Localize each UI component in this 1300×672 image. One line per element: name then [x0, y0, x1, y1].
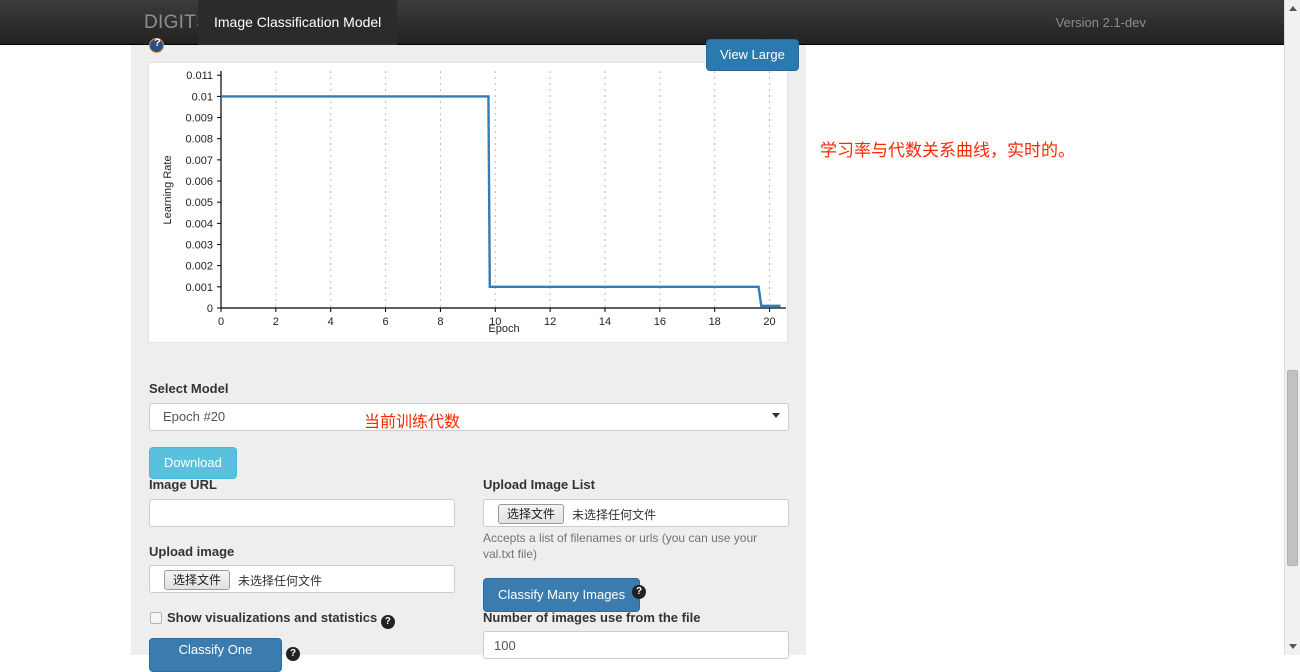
show-visualizations-label: Show visualizations and statistics ?	[167, 610, 395, 629]
help-icon-classify-one[interactable]: ?	[286, 647, 300, 661]
upload-image-list-help-text: Accepts a list of filenames or urls (you…	[483, 531, 758, 561]
svg-text:0.001: 0.001	[185, 282, 213, 294]
navbar: DIGITS Image Classification Model Versio…	[0, 0, 1284, 45]
svg-text:0.008: 0.008	[185, 134, 213, 146]
download-button[interactable]: Download	[149, 447, 237, 479]
svg-text:0.004: 0.004	[185, 218, 213, 230]
number-of-images-label: Number of images use from the file	[483, 610, 701, 625]
image-url-input[interactable]	[149, 499, 455, 527]
svg-text:20: 20	[763, 316, 775, 328]
chosen-file-name: 未选择任何文件	[238, 574, 323, 588]
svg-text:16: 16	[654, 316, 666, 328]
select-model-label: Select Model	[149, 381, 229, 396]
annotation-chart: 学习率与代数关系曲线，实时的。	[820, 141, 1075, 160]
upload-image-list-file-input[interactable]: 选择文件 未选择任何文件	[483, 499, 789, 527]
scroll-up-arrow-icon[interactable]	[1289, 6, 1297, 11]
version-label: Version 2.1-dev	[1055, 15, 1146, 30]
learning-rate-chart-card: 0 0.001 0.002 0.003 0.004 0.005 0.006 0.007 0.00…	[148, 62, 788, 343]
show-visualizations-checkbox[interactable]	[150, 612, 162, 624]
svg-text:0.007: 0.007	[185, 155, 213, 167]
svg-text:0.006: 0.006	[185, 176, 213, 188]
chosen-file-name-list: 未选择任何文件	[572, 508, 657, 522]
svg-text:8: 8	[437, 316, 443, 328]
svg-text:0: 0	[218, 316, 224, 328]
page-scrollbar[interactable]	[1284, 0, 1300, 655]
svg-text:0.009: 0.009	[185, 113, 213, 125]
left-whitespace	[0, 45, 131, 655]
svg-text:0.002: 0.002	[185, 261, 213, 273]
upload-image-list-label: Upload Image List	[483, 477, 595, 492]
learning-rate-chart: 0 0.001 0.002 0.003 0.004 0.005 0.006 0.007 0.00…	[149, 63, 787, 342]
chevron-down-icon	[772, 413, 780, 418]
select-model-dropdown[interactable]: Epoch #20	[149, 403, 789, 431]
svg-text:6: 6	[383, 316, 389, 328]
chart-xlabel: Epoch	[488, 323, 519, 335]
help-icon-show-visualizations[interactable]: ?	[380, 615, 395, 629]
chart-ylabel: Learning Rate	[162, 155, 174, 224]
svg-text:4: 4	[328, 316, 334, 328]
upload-image-label: Upload image	[149, 544, 235, 559]
help-icon-classify-many[interactable]: ?	[632, 585, 646, 599]
select-model-value: Epoch #20	[163, 409, 226, 424]
scrollbar-thumb[interactable]	[1287, 370, 1298, 566]
svg-text:0.003: 0.003	[185, 240, 213, 252]
show-visualizations-text: Show visualizations and statistics	[167, 610, 378, 625]
svg-text:0: 0	[207, 303, 213, 315]
svg-text:14: 14	[599, 316, 611, 328]
svg-text:18: 18	[709, 316, 721, 328]
svg-text:0.005: 0.005	[185, 197, 213, 209]
svg-text:0.01: 0.01	[192, 91, 213, 103]
svg-text:2: 2	[273, 316, 279, 328]
choose-file-button[interactable]: 选择文件	[164, 570, 231, 590]
choose-file-button-list[interactable]: 选择文件	[498, 504, 565, 524]
upload-image-file-input[interactable]: 选择文件 未选择任何文件	[149, 565, 455, 593]
classify-one-button[interactable]: Classify One	[149, 638, 282, 672]
image-url-label: Image URL	[149, 477, 217, 492]
classify-many-images-button[interactable]: Classify Many Images	[483, 578, 641, 612]
scroll-down-arrow-icon[interactable]	[1289, 644, 1297, 649]
tab-image-classification-model[interactable]: Image Classification Model	[198, 0, 398, 45]
question-circle-icon[interactable]	[149, 37, 165, 53]
svg-text:0.011: 0.011	[186, 70, 213, 82]
view-large-button[interactable]: View Large	[706, 39, 799, 71]
svg-text:12: 12	[544, 316, 556, 328]
